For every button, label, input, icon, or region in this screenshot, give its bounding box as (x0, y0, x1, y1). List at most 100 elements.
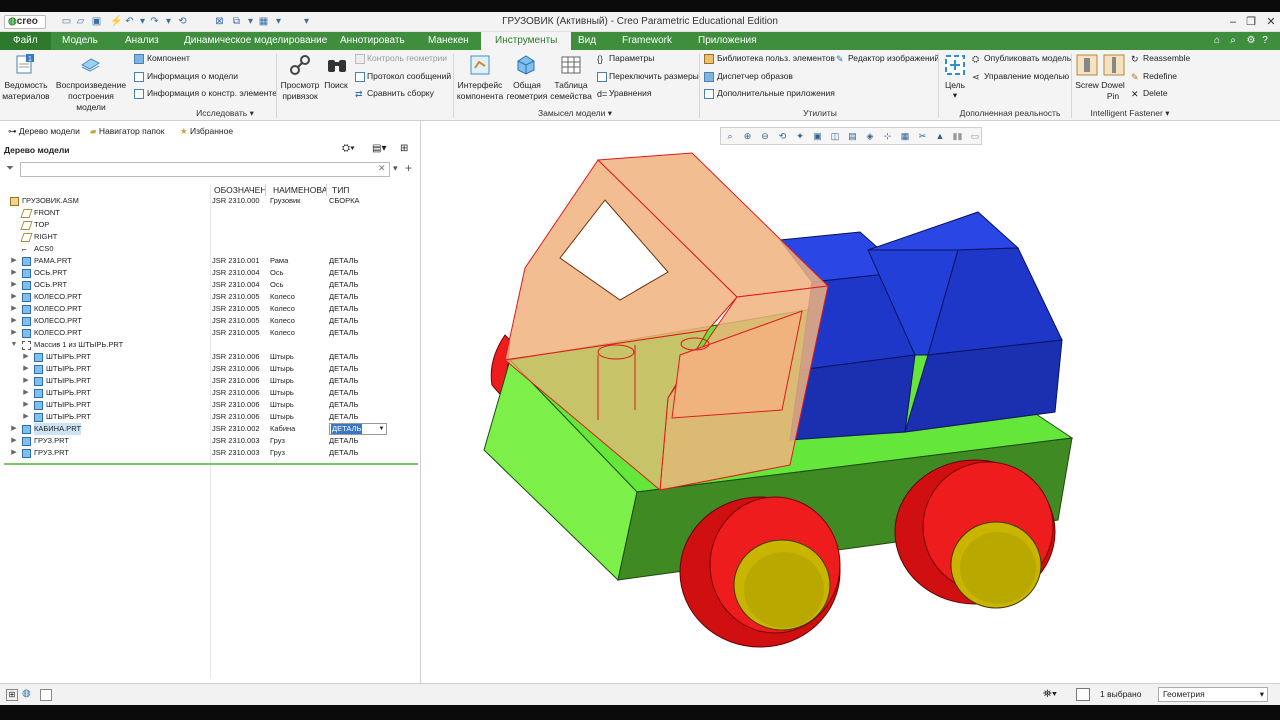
restore-icon[interactable]: ❐ (1240, 14, 1262, 30)
creo-logo[interactable]: ◍creo (4, 15, 46, 29)
tab-favorites[interactable]: ★ Избранное (180, 124, 233, 138)
tab-5[interactable]: Манекен (420, 32, 477, 50)
undo-icon[interactable]: ↶ (123, 15, 136, 28)
tree-row[interactable]: TOP (0, 219, 420, 231)
group-fastener[interactable]: Intelligent Fastener ▾ (1085, 108, 1175, 119)
selection-filter-select[interactable]: Геометрия ▾ (1158, 687, 1268, 702)
expand-icon[interactable]: ▶ (10, 423, 18, 435)
tab-7[interactable]: Вид (570, 32, 604, 50)
tab-model-tree[interactable]: ⊶ Дерево модели (8, 124, 80, 138)
settings-icon[interactable]: ⚙ (1244, 32, 1258, 50)
reassemble-button[interactable]: Reassemble (1143, 53, 1190, 64)
new-icon[interactable]: ▭ (60, 15, 73, 28)
tab-3[interactable]: Динамическое моделирование (176, 32, 335, 50)
tree-row[interactable]: ▶ ШТЫРЬ.PRT JSR 2310.006 Штырь ДЕТАЛЬ (0, 351, 420, 363)
section-icon[interactable]: ✂ (917, 130, 929, 142)
tree-row[interactable]: ▶ КОЛЕСО.PRT JSR 2310.005 Колесо ДЕТАЛЬ (0, 327, 420, 339)
home-icon[interactable]: ⌂ (1210, 32, 1224, 50)
appearance-icon[interactable]: ▲ (934, 130, 946, 142)
expand-icon[interactable]: ▶ (10, 279, 18, 291)
expand-icon[interactable]: ▶ (22, 411, 30, 423)
zoom-in-icon[interactable]: ⊕ (742, 130, 754, 142)
comp-interface-button[interactable]: Интерфейс компонента (456, 80, 504, 102)
pause-icon[interactable]: ▮▮ (952, 130, 964, 142)
fullscreen-icon[interactable] (40, 689, 52, 701)
view-manager-icon[interactable]: ▤ (847, 130, 859, 142)
manage-model-button[interactable]: Управление моделью (984, 71, 1069, 82)
tree-row[interactable]: ▶ ГРУЗ.PRT JSR 2310.003 Груз ДЕТАЛЬ (0, 447, 420, 459)
expand-icon[interactable]: ▶ (22, 375, 30, 387)
target-dropdown-icon[interactable]: ▾ (940, 90, 970, 101)
expand-icon[interactable]: ▶ (22, 351, 30, 363)
tree-row[interactable]: ▶ КАБИНА.PRT JSR 2310.002 Кабина ДЕТАЛЬ ▼ (0, 423, 420, 435)
tree-row[interactable]: FRONT (0, 207, 420, 219)
repaint-icon[interactable]: ⟲ (777, 130, 789, 142)
expand-icon[interactable]: ▶ (10, 435, 18, 447)
tree-filter-input[interactable] (20, 162, 390, 177)
tree-row[interactable]: ▶ ГРУЗ.PRT JSR 2310.003 Груз ДЕТАЛЬ (0, 435, 420, 447)
expand-icon[interactable]: ▶ (10, 327, 18, 339)
tree-row[interactable]: ▼ Массив 1 из ШТЫРЬ.PRT (0, 339, 420, 351)
spin-center-icon[interactable]: ✦ (794, 130, 806, 142)
selection-list-icon[interactable] (1076, 688, 1090, 701)
tab-0[interactable]: Файл (0, 32, 51, 50)
regenerate-icon[interactable]: ⟲ (176, 15, 189, 28)
close-icon[interactable]: ✕ (1260, 14, 1280, 30)
save-icon[interactable]: ▣ (90, 15, 103, 28)
saved-views-icon[interactable]: ◫ (829, 130, 841, 142)
refit-icon[interactable]: ⌕ (724, 130, 736, 142)
expand-icon[interactable]: ▶ (22, 399, 30, 411)
tree-filter-menu-icon[interactable]: ▤▾ (372, 143, 386, 157)
expand-icon[interactable]: ▶ (10, 447, 18, 459)
expand-icon[interactable]: ▶ (10, 303, 18, 315)
tab-4[interactable]: Аннотировать (332, 32, 413, 50)
tree-row[interactable]: ▶ КОЛЕСО.PRT JSR 2310.005 Колесо ДЕТАЛЬ (0, 303, 420, 315)
playback-button[interactable]: Воспроизведение построения модели (53, 80, 129, 113)
switch-window-icon[interactable]: ⧉ (230, 15, 243, 28)
tree-row[interactable]: ⌐ ACS0 (0, 243, 420, 255)
image-editor-button[interactable]: Редактор изображений (848, 53, 939, 64)
hide-icon[interactable]: ▭ (969, 130, 981, 142)
group-model-intent[interactable]: Замысел модели ▾ (530, 108, 620, 119)
customize-icon[interactable]: ▾ (300, 15, 313, 28)
tab-6[interactable]: Инструменты (481, 32, 572, 50)
aux-apps-button[interactable]: Дополнительные приложения (717, 88, 835, 99)
publish-model-button[interactable]: Опубликовать модель (984, 53, 1071, 64)
collapse-icon[interactable]: ▼ (10, 339, 18, 351)
pub-geom-button[interactable]: Общая геометрия (505, 80, 549, 102)
tree-settings-icon[interactable]: ⛭▾ (342, 143, 356, 157)
browser-icon[interactable]: ◍ (22, 689, 34, 701)
type-dropdown-icon[interactable]: ▼ (377, 424, 386, 434)
search-button[interactable]: Поиск (322, 80, 350, 91)
expand-icon[interactable]: ▶ (10, 291, 18, 303)
filter-dropdown-icon[interactable]: ▾ (393, 163, 398, 174)
switch-dims-button[interactable]: Переключить размеры (609, 71, 699, 82)
tree-columns-icon[interactable]: ⊞ (400, 143, 414, 157)
geom-check-button[interactable]: Контроль геометрии (367, 53, 447, 64)
model-info-button[interactable]: Информация о модели (147, 71, 238, 82)
tree-row[interactable]: ▶ РАМА.PRT JSR 2310.001 Рама ДЕТАЛЬ (0, 255, 420, 267)
family-table-button[interactable]: Таблица семейства (548, 80, 594, 102)
tab-2[interactable]: Анализ (117, 32, 167, 50)
expand-icon[interactable]: ▶ (22, 387, 30, 399)
help-icon[interactable]: ? (1258, 32, 1272, 50)
graphics-viewport[interactable] (422, 121, 1280, 683)
add-filter-icon[interactable]: + (405, 161, 412, 175)
toggle-nav-icon[interactable]: ⊞ (6, 689, 18, 701)
windows-drop-icon[interactable]: ▾ (244, 15, 257, 28)
tree-row[interactable]: ▶ ШТЫРЬ.PRT JSR 2310.006 Штырь ДЕТАЛЬ (0, 375, 420, 387)
tree-row[interactable]: ▶ КОЛЕСО.PRT JSR 2310.005 Колесо ДЕТАЛЬ (0, 315, 420, 327)
tree-row[interactable]: ГРУЗОВИК.ASM JSR 2310.000 Грузовик СБОРКА (0, 195, 420, 207)
smart-filter-icon[interactable]: ⛯▾ (1043, 688, 1057, 701)
tab-folder-browser[interactable]: ▰ Навигатор папок (90, 124, 164, 138)
redo-drop-icon[interactable]: ▾ (162, 15, 175, 28)
regen-icon[interactable]: ⚡ (110, 15, 123, 28)
image-manager-button[interactable]: Диспетчер образов (717, 71, 793, 82)
expand-icon[interactable]: ▶ (10, 255, 18, 267)
zoom-out-icon[interactable]: ⊖ (759, 130, 771, 142)
tab-1[interactable]: Модель (54, 32, 106, 50)
dowel-pin-button[interactable]: Dowel Pin (1098, 80, 1128, 102)
params-button[interactable]: Параметры (609, 53, 654, 64)
redefine-button[interactable]: Redefine (1143, 71, 1177, 82)
tree-row[interactable]: ▶ ШТЫРЬ.PRT JSR 2310.006 Штырь ДЕТАЛЬ (0, 387, 420, 399)
